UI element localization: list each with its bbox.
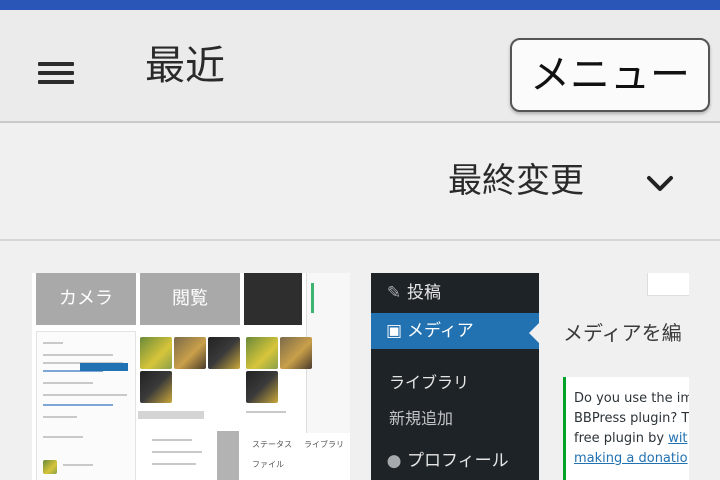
user-icon: ●	[386, 451, 402, 471]
sort-label[interactable]: 最終変更	[448, 159, 584, 203]
notice-link-2: making a donatio	[574, 451, 688, 466]
active-arrow	[529, 323, 539, 343]
photo-2	[174, 337, 206, 369]
blue-button	[80, 363, 128, 371]
camera-button: カメラ	[36, 273, 136, 325]
chevron-down-icon[interactable]	[644, 167, 676, 199]
text-column	[36, 331, 136, 480]
dark-panel	[244, 273, 302, 325]
photo-7	[246, 371, 278, 403]
sidebar-sub-library: ライブラリ	[389, 373, 470, 392]
menu-button[interactable]: メニュー	[510, 38, 710, 112]
page-title: 最近	[145, 43, 225, 89]
notice-link-1: wit	[668, 431, 688, 446]
sidebar-item-post: ✎ 投稿	[371, 275, 539, 311]
photo-6	[280, 337, 312, 369]
sidebar-sub-add-new: 新規追加	[389, 409, 454, 428]
recent-thumbnail-2[interactable]: ✎ 投稿 ▣ メディア ライブラリ 新規追加 ● プロフィール メディアを編 D…	[371, 273, 689, 480]
media-edit-heading: メディアを編	[563, 321, 682, 345]
app-bar: 最近 メニュー	[0, 10, 720, 123]
sort-bar: 最終変更	[0, 123, 720, 241]
photo-4	[140, 371, 172, 403]
hamburger-icon[interactable]	[30, 52, 82, 92]
small-label-1: ステータス	[252, 440, 292, 449]
photo-5	[246, 337, 278, 369]
photo-1	[140, 337, 172, 369]
sidebar-item-profile: ● プロフィール	[371, 443, 539, 479]
status-bar	[0, 0, 720, 10]
plugin-notice: Do you use the im BBPress plugin? T free…	[563, 377, 689, 480]
photo-3	[208, 337, 240, 369]
small-label-2: ライブラリ	[304, 440, 344, 449]
screen-options-tab	[647, 273, 689, 296]
gray-block	[217, 431, 239, 480]
sidebar-item-media: ▣ メディア	[371, 313, 539, 349]
wp-main-content: メディアを編 Do you use the im BBPress plugin?…	[539, 273, 689, 480]
wp-admin-sidebar: ✎ 投稿 ▣ メディア ライブラリ 新規追加 ● プロフィール	[371, 273, 539, 480]
browse-button: 閲覧	[140, 273, 240, 325]
recent-thumbnail-1[interactable]: カメラ 閲覧 ステータス ライブラリ ファイル	[32, 273, 350, 480]
caption-bar	[138, 411, 204, 419]
media-icon: ▣	[385, 321, 403, 341]
pin-icon: ✎	[386, 283, 402, 303]
side-panel	[306, 273, 350, 433]
small-label-3: ファイル	[252, 460, 284, 469]
